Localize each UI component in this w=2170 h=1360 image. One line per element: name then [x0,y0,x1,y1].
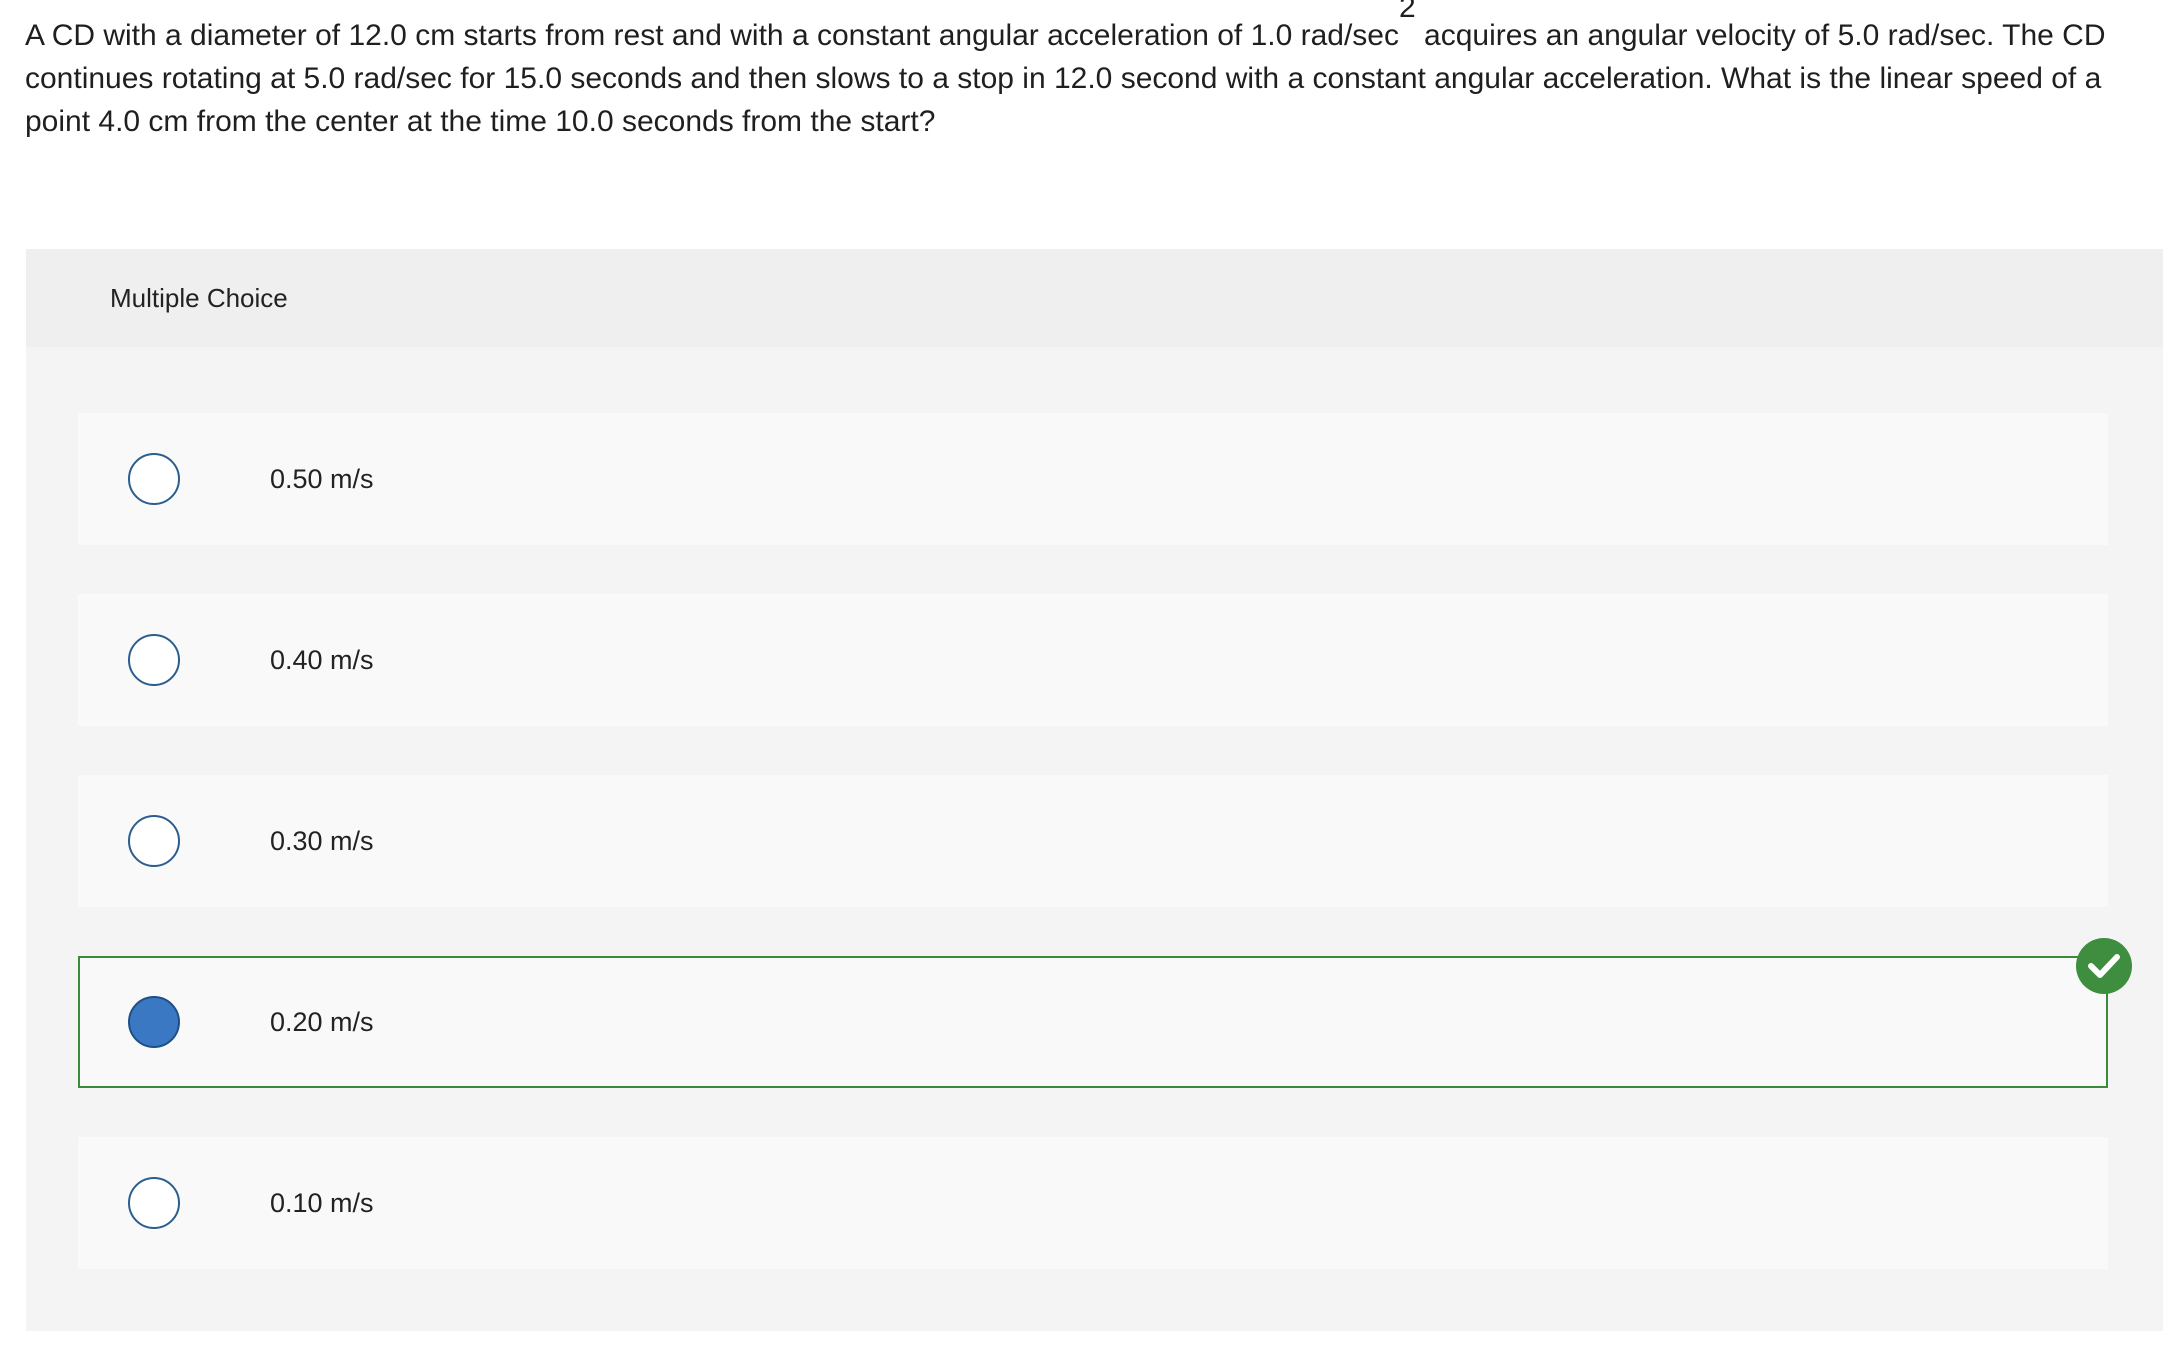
question-text: A CD with a diameter of 12.0 cm starts f… [25,0,2145,143]
choice-option-3[interactable]: 0.30 m/s [78,775,2108,907]
choice-option-1[interactable]: 0.50 m/s [78,413,2108,545]
choice-label: 0.50 m/s [270,463,374,494]
check-circle-icon [2076,938,2132,994]
radio-button-selected[interactable] [128,996,180,1048]
multiple-choice-title: Multiple Choice [110,282,288,313]
question-text-part1: A CD with a diameter of 12.0 cm starts f… [25,19,1399,52]
multiple-choice-header: Multiple Choice [26,249,2163,347]
radio-button[interactable] [128,634,180,686]
choice-option-5[interactable]: 0.10 m/s [78,1137,2108,1269]
radio-button[interactable] [128,453,180,505]
question-superscript: 2 [1399,0,1416,24]
radio-button[interactable] [128,815,180,867]
choice-option-2[interactable]: 0.40 m/s [78,594,2108,726]
choice-option-4-selected[interactable]: 0.20 m/s [78,938,2132,1088]
choice-label: 0.30 m/s [270,825,374,856]
multiple-choice-panel: Multiple Choice 0.50 m/s 0.40 m/s 0.30 m… [26,249,2163,1331]
choice-label: 0.10 m/s [270,1187,374,1218]
choice-label: 0.20 m/s [270,1006,374,1037]
choice-label: 0.40 m/s [270,644,374,675]
radio-button[interactable] [128,1177,180,1229]
